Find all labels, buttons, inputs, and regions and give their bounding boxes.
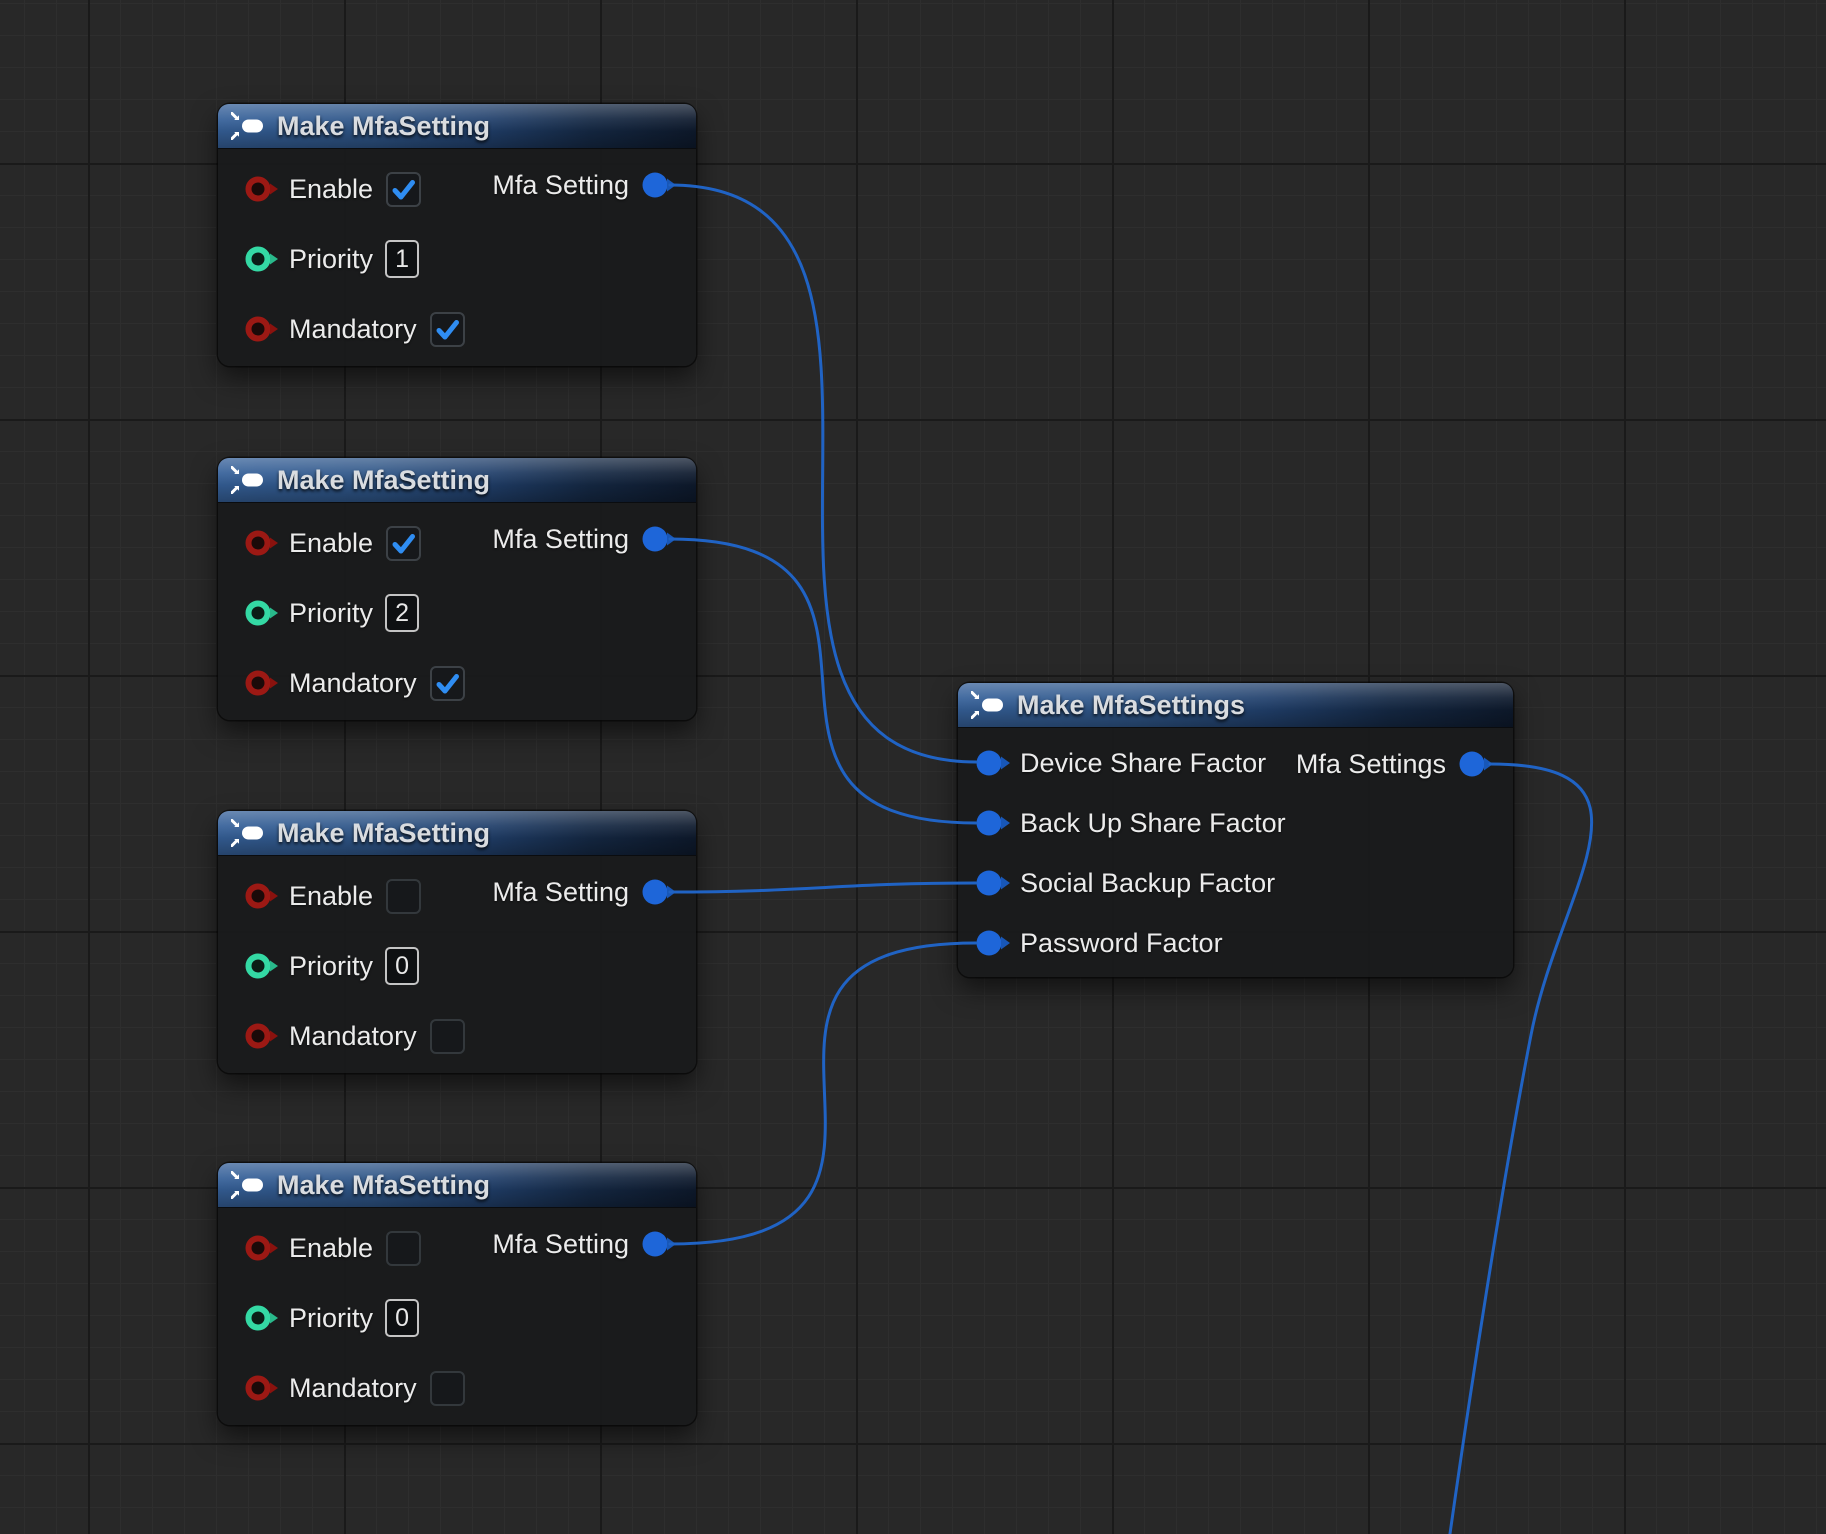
output-row: Mfa Setting — [218, 1216, 696, 1272]
input-row: Priority 0 — [218, 1290, 696, 1346]
pin-label: Password Factor — [1020, 928, 1223, 959]
checkmark-icon — [432, 668, 463, 699]
pin-label: Mandatory — [289, 668, 417, 699]
node-header[interactable]: Make MfaSetting — [218, 811, 696, 856]
pin-label: Mfa Setting — [492, 170, 629, 201]
blueprint-node-make-mfasettings[interactable]: Make MfaSettingsDevice Share FactorBack … — [958, 683, 1513, 977]
mandatory-checkbox[interactable] — [430, 666, 465, 701]
output-pin-struct[interactable] — [1456, 750, 1494, 778]
make-struct-icon — [231, 466, 265, 494]
output-row: Mfa Settings — [958, 736, 1513, 792]
make-struct-icon — [231, 112, 265, 140]
output-row: Mfa Setting — [218, 157, 696, 213]
node-layer: Make MfaSettingEnablePriority1MandatoryM… — [0, 0, 1826, 1534]
node-header[interactable]: Make MfaSetting — [218, 1163, 696, 1208]
make-struct-icon — [231, 1171, 265, 1199]
priority-value-input[interactable]: 2 — [385, 594, 419, 632]
priority-value-input[interactable]: 0 — [385, 1299, 419, 1337]
node-header[interactable]: Make MfaSettings — [958, 683, 1513, 728]
output-row: Mfa Setting — [218, 511, 696, 567]
pin-label: Priority — [289, 244, 373, 275]
checkmark-icon — [432, 314, 463, 345]
pin-label: Mfa Setting — [492, 877, 629, 908]
input-row: Mandatory — [218, 301, 696, 357]
blueprint-node-make-mfasetting[interactable]: Make MfaSettingEnablePriority1MandatoryM… — [218, 104, 696, 366]
blueprint-node-make-mfasetting[interactable]: Make MfaSettingEnablePriority2MandatoryM… — [218, 458, 696, 720]
input-row: Priority 0 — [218, 938, 696, 994]
make-struct-icon — [971, 691, 1005, 719]
input-row: Social Backup Factor — [958, 855, 1513, 911]
node-header[interactable]: Make MfaSetting — [218, 458, 696, 503]
mandatory-checkbox[interactable] — [430, 1019, 465, 1054]
input-pin-struct[interactable] — [973, 929, 1011, 957]
input-row: Mandatory — [218, 1008, 696, 1064]
make-struct-icon — [231, 819, 265, 847]
priority-value-input[interactable]: 0 — [385, 947, 419, 985]
node-title: Make MfaSetting — [277, 1170, 490, 1201]
node-header[interactable]: Make MfaSetting — [218, 104, 696, 149]
output-row: Mfa Setting — [218, 864, 696, 920]
node-title: Make MfaSetting — [277, 111, 490, 142]
input-pin-int[interactable] — [242, 245, 280, 273]
input-pin-int[interactable] — [242, 1304, 280, 1332]
input-row: Priority 1 — [218, 231, 696, 287]
pin-label: Mfa Setting — [492, 524, 629, 555]
input-row: Password Factor — [958, 915, 1513, 971]
priority-value-input[interactable]: 1 — [385, 240, 419, 278]
pin-label: Mfa Settings — [1296, 749, 1446, 780]
mandatory-checkbox[interactable] — [430, 1371, 465, 1406]
input-row: Back Up Share Factor — [958, 795, 1513, 851]
pin-label: Back Up Share Factor — [1020, 808, 1286, 839]
input-pin-bool[interactable] — [242, 1374, 280, 1402]
pin-label: Mandatory — [289, 1021, 417, 1052]
input-pin-struct[interactable] — [973, 809, 1011, 837]
input-row: Mandatory — [218, 655, 696, 711]
pin-label: Priority — [289, 951, 373, 982]
blueprint-node-make-mfasetting[interactable]: Make MfaSettingEnablePriority0MandatoryM… — [218, 811, 696, 1073]
pin-label: Mandatory — [289, 314, 417, 345]
pin-label: Mandatory — [289, 1373, 417, 1404]
input-row: Mandatory — [218, 1360, 696, 1416]
pin-label: Priority — [289, 598, 373, 629]
blueprint-graph-canvas[interactable]: Make MfaSettingEnablePriority1MandatoryM… — [0, 0, 1826, 1534]
input-pin-int[interactable] — [242, 599, 280, 627]
node-title: Make MfaSetting — [277, 818, 490, 849]
pin-label: Mfa Setting — [492, 1229, 629, 1260]
mandatory-checkbox[interactable] — [430, 312, 465, 347]
input-pin-struct[interactable] — [973, 869, 1011, 897]
pin-label: Priority — [289, 1303, 373, 1334]
blueprint-node-make-mfasetting[interactable]: Make MfaSettingEnablePriority0MandatoryM… — [218, 1163, 696, 1425]
input-pin-bool[interactable] — [242, 669, 280, 697]
input-pin-bool[interactable] — [242, 315, 280, 343]
input-row: Priority 2 — [218, 585, 696, 641]
input-pin-int[interactable] — [242, 952, 280, 980]
input-pin-bool[interactable] — [242, 1022, 280, 1050]
pin-label: Social Backup Factor — [1020, 868, 1275, 899]
node-title: Make MfaSetting — [277, 465, 490, 496]
node-title: Make MfaSettings — [1017, 690, 1245, 721]
